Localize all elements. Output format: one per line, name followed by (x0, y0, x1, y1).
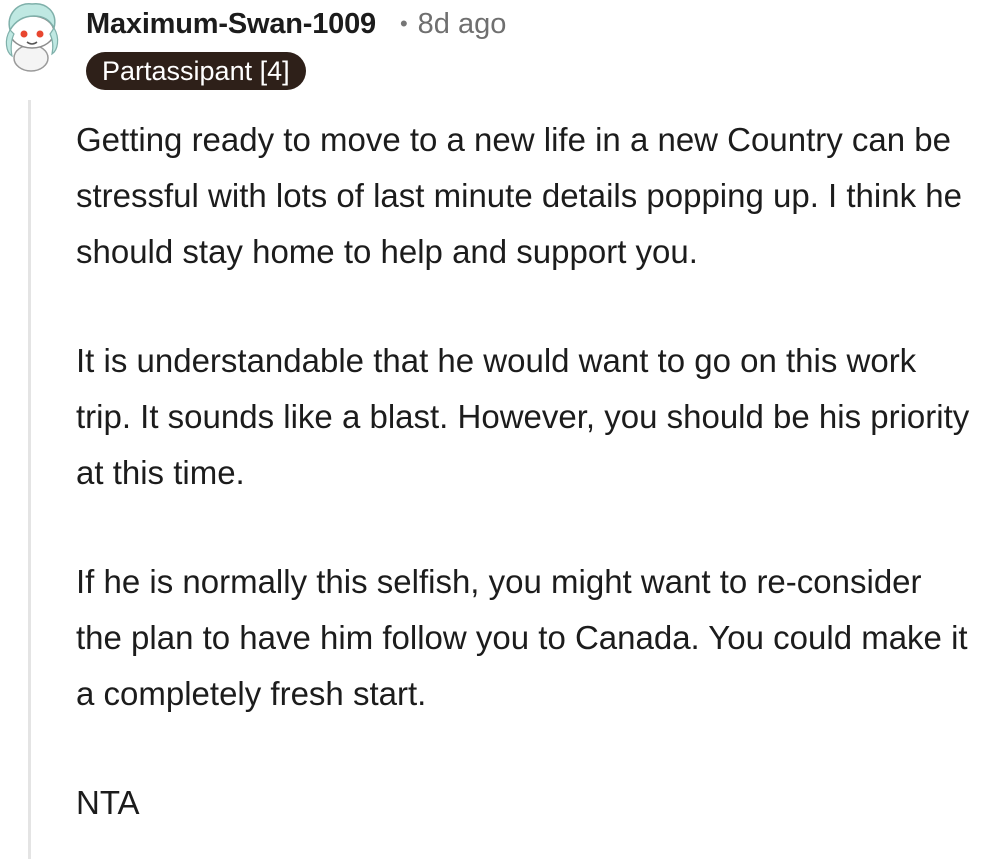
comment-paragraph: Getting ready to move to a new life in a… (76, 121, 962, 270)
comment-paragraph: It is understandable that he would want … (76, 342, 970, 491)
comment-age: 8d ago (417, 7, 507, 40)
meta-separator: • (399, 11, 408, 36)
comment-paragraph: NTA (76, 784, 140, 821)
user-flair-badge: Partassipant [4] (86, 52, 306, 90)
comment-paragraph: If he is normally this selfish, you migh… (76, 563, 968, 712)
comment-card: Maximum-Swan-1009 • 8d ago Partassipant … (0, 0, 984, 859)
user-avatar[interactable] (0, 0, 62, 72)
username-link[interactable]: Maximum-Swan-1009 (86, 8, 376, 41)
comment-body: Getting ready to move to a new life in a… (76, 112, 976, 859)
snoo-avatar-icon (5, 3, 59, 72)
thread-line[interactable] (28, 100, 31, 859)
comment-header: Maximum-Swan-1009 • 8d ago (86, 4, 506, 44)
